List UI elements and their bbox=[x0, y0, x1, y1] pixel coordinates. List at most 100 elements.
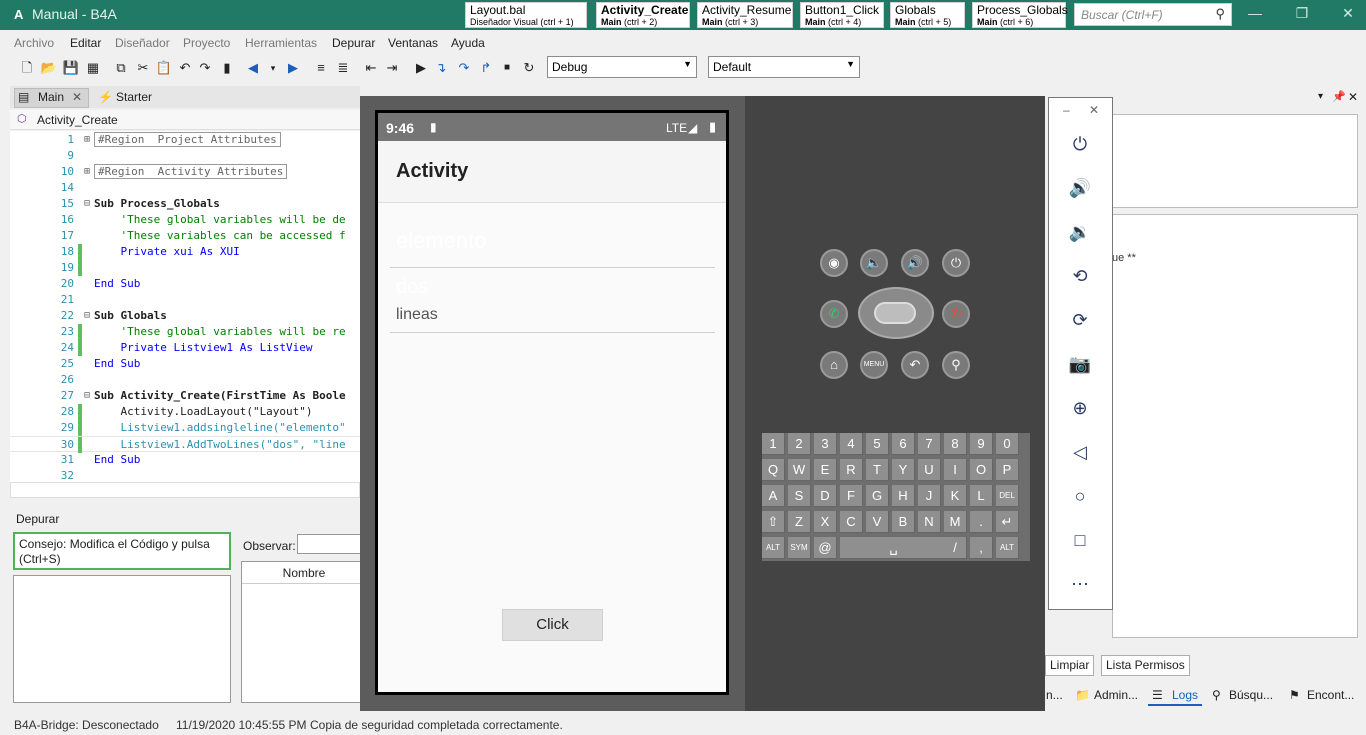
rotate-right-icon[interactable]: ⟳ bbox=[1068, 308, 1092, 332]
key[interactable]: P bbox=[996, 459, 1019, 481]
column-header-name[interactable]: Nombre bbox=[242, 562, 366, 584]
key[interactable]: J bbox=[918, 485, 941, 507]
minimize-icon[interactable]: – bbox=[1063, 103, 1070, 117]
panel-menu-icon[interactable]: ▾ bbox=[1318, 91, 1323, 102]
dpad-center-button[interactable] bbox=[874, 302, 916, 324]
power-icon[interactable]: ⏻ bbox=[1068, 132, 1092, 156]
volume-up-icon[interactable]: 🔊 bbox=[901, 249, 929, 277]
key[interactable]: Q bbox=[762, 459, 785, 481]
key[interactable]: 7 bbox=[918, 433, 941, 455]
slash-key[interactable]: / bbox=[944, 537, 967, 559]
zoom-icon[interactable]: ⊕ bbox=[1068, 396, 1092, 420]
at-key[interactable]: @ bbox=[814, 537, 837, 559]
tab-admin[interactable]: Admin... bbox=[1094, 688, 1138, 702]
debug-list[interactable] bbox=[13, 575, 231, 703]
alt-key-right[interactable]: ALT bbox=[996, 537, 1019, 559]
volume-down-icon[interactable]: 🔈 bbox=[860, 249, 888, 277]
home-icon[interactable]: ○ bbox=[1068, 484, 1092, 508]
close-icon[interactable]: ✕ bbox=[1089, 103, 1099, 117]
key[interactable]: A bbox=[762, 485, 785, 507]
log-area[interactable] bbox=[1112, 214, 1358, 638]
panel-close-icon[interactable]: ✕ bbox=[1348, 90, 1358, 104]
menu-depurar[interactable]: Depurar bbox=[332, 36, 375, 50]
code-editor[interactable]: 1 ⊞ #Region Project Attributes 9 10 ⊞ #Regio… bbox=[10, 131, 360, 483]
copy-icon[interactable]: ⧉ bbox=[112, 59, 130, 77]
enter-key[interactable]: ↵ bbox=[996, 511, 1019, 533]
key[interactable]: E bbox=[814, 459, 837, 481]
uncomment-icon[interactable]: ≣ bbox=[334, 59, 352, 77]
key[interactable]: D bbox=[814, 485, 837, 507]
volume-down-icon[interactable]: 🔉 bbox=[1068, 220, 1092, 244]
power-icon[interactable]: ⏻ bbox=[942, 249, 970, 277]
nav-forward-icon[interactable]: ▶ bbox=[284, 59, 302, 77]
doc-tab-process-globals[interactable]: Process_Globals Main (ctrl + 6) bbox=[972, 2, 1068, 28]
key[interactable]: G bbox=[866, 485, 889, 507]
doc-tab-activity-resume[interactable]: Activity_Resume Main (ctrl + 3) bbox=[697, 2, 793, 28]
space-key[interactable]: ␣ bbox=[840, 537, 948, 559]
comma-key[interactable]: , bbox=[970, 537, 993, 559]
overview-icon[interactable]: □ bbox=[1068, 528, 1092, 552]
camera-icon[interactable]: ◉ bbox=[820, 249, 848, 277]
restart-icon[interactable]: ↻ bbox=[520, 59, 538, 77]
doc-tab-activity-create[interactable]: Activity_Create Main (ctrl + 2) bbox=[596, 2, 690, 28]
key[interactable]: K bbox=[944, 485, 967, 507]
watch-input[interactable] bbox=[297, 534, 367, 554]
volume-up-icon[interactable]: 🔊 bbox=[1068, 176, 1092, 200]
key[interactable]: L bbox=[970, 485, 993, 507]
menu-editar[interactable]: Editar bbox=[70, 36, 101, 50]
key[interactable]: 3 bbox=[814, 433, 837, 455]
key[interactable]: X bbox=[814, 511, 837, 533]
rotate-left-icon[interactable]: ⟲ bbox=[1068, 264, 1092, 288]
key[interactable]: 4 bbox=[840, 433, 863, 455]
key[interactable]: W bbox=[788, 459, 811, 481]
search-input[interactable]: Buscar (Ctrl+F) ⚲ bbox=[1074, 3, 1232, 26]
menu-key-icon[interactable]: MENU bbox=[860, 351, 888, 379]
key[interactable]: . bbox=[970, 511, 993, 533]
key[interactable]: 5 bbox=[866, 433, 889, 455]
shift-key[interactable]: ⇧ bbox=[762, 511, 785, 533]
maximize-icon[interactable]: ❐ bbox=[1287, 5, 1317, 22]
key[interactable]: T bbox=[866, 459, 889, 481]
sym-key[interactable]: SYM bbox=[788, 537, 811, 559]
key[interactable]: M bbox=[944, 511, 967, 533]
tab-logs[interactable]: Logs bbox=[1172, 688, 1198, 702]
listview-item-2-title[interactable]: dos bbox=[396, 276, 428, 299]
key[interactable]: H bbox=[892, 485, 915, 507]
nav-dropdown-icon[interactable]: ▾ bbox=[264, 59, 282, 77]
horizontal-scrollbar[interactable] bbox=[10, 482, 360, 498]
key[interactable]: 2 bbox=[788, 433, 811, 455]
listview-item-2-subtitle[interactable]: lineas bbox=[396, 306, 438, 324]
outdent-icon[interactable]: ⇤ bbox=[362, 59, 380, 77]
key[interactable]: V bbox=[866, 511, 889, 533]
menu-ventanas[interactable]: Ventanas bbox=[388, 36, 438, 50]
delete-key[interactable]: DEL bbox=[996, 485, 1019, 507]
save-icon[interactable]: 💾 bbox=[62, 59, 80, 77]
key[interactable]: C bbox=[840, 511, 863, 533]
close-icon[interactable]: ✕ bbox=[1333, 5, 1363, 22]
menu-ayuda[interactable]: Ayuda bbox=[451, 36, 485, 50]
key[interactable]: 6 bbox=[892, 433, 915, 455]
stop-icon[interactable]: ■ bbox=[498, 59, 516, 77]
clear-button[interactable]: Limpiar bbox=[1045, 655, 1095, 676]
key[interactable]: U bbox=[918, 459, 941, 481]
click-button[interactable]: Click bbox=[502, 609, 603, 641]
cut-icon[interactable]: ✂ bbox=[134, 59, 152, 77]
key[interactable]: B bbox=[892, 511, 915, 533]
menu-archivo[interactable]: Archivo bbox=[14, 36, 54, 50]
undo-icon[interactable]: ↶ bbox=[176, 59, 194, 77]
key[interactable]: N bbox=[918, 511, 941, 533]
step-into-icon[interactable]: ↴ bbox=[432, 59, 450, 77]
menu-disenador[interactable]: Diseñador bbox=[115, 36, 170, 50]
call-icon[interactable]: ✆ bbox=[820, 300, 848, 328]
more-icon[interactable]: ⋯ bbox=[1068, 572, 1092, 596]
build-config-select[interactable]: Debug ▼ bbox=[547, 56, 697, 78]
tab-find[interactable]: Encont... bbox=[1307, 688, 1354, 702]
pin-icon[interactable]: 📌 bbox=[1332, 90, 1346, 103]
key[interactable]: O bbox=[970, 459, 993, 481]
alt-key[interactable]: ALT bbox=[762, 537, 785, 559]
indent-icon[interactable]: ⇥ bbox=[383, 59, 401, 77]
save-all-icon[interactable]: ▦ bbox=[84, 59, 102, 77]
modules-list[interactable] bbox=[1112, 114, 1358, 208]
tab-partial[interactable]: n... bbox=[1046, 688, 1063, 702]
step-over-icon[interactable]: ↷ bbox=[455, 59, 473, 77]
